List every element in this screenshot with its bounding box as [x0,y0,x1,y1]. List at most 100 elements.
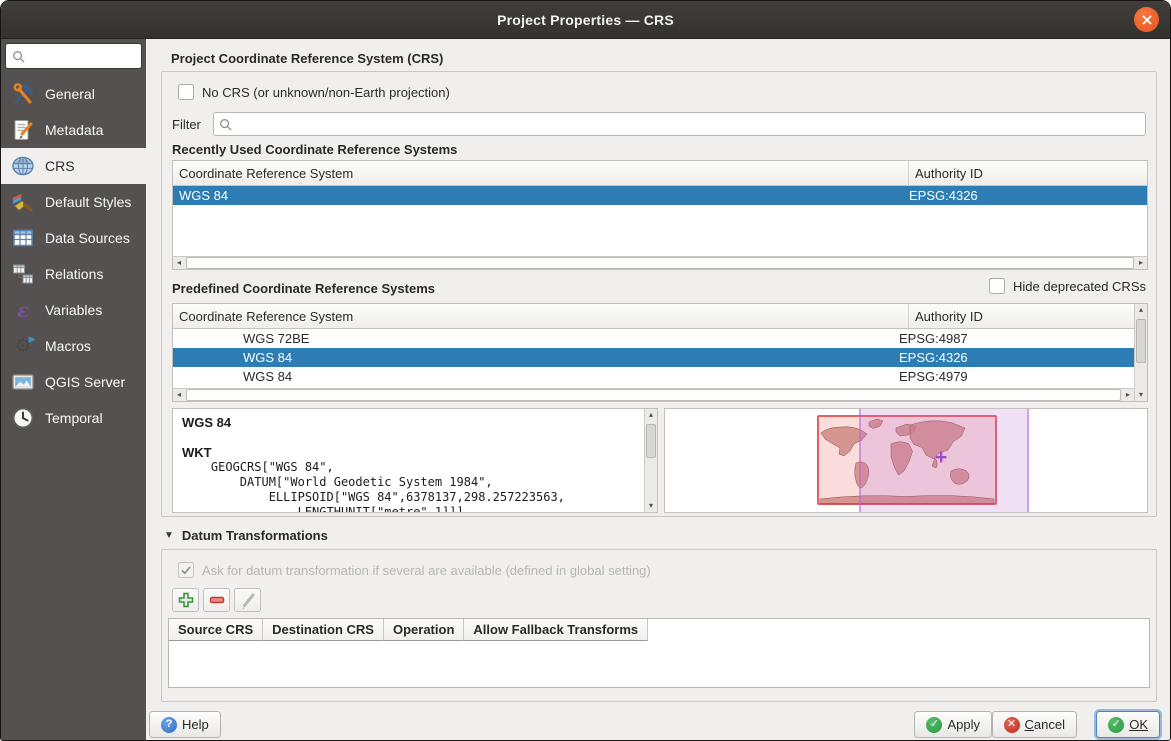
wkt-panel: WGS 84 WKT GEOGCRS["WGS 84", DATUM["Worl… [172,408,658,513]
sidebar-item-label: QGIS Server [45,374,125,390]
help-button[interactable]: ? Help [149,711,221,738]
sidebar-item-crs[interactable]: CRS [1,148,146,184]
sidebar-item-label: Temporal [45,410,103,426]
crs-extent-preview: + [664,408,1148,513]
hide-deprecated-checkbox[interactable] [989,278,1005,294]
sidebar-item-label: Relations [45,266,103,282]
scroll-up-icon[interactable]: ▴ [645,409,657,421]
search-icon [12,50,25,63]
filter-row: Filter [172,112,1146,136]
column-header-source-crs[interactable]: Source CRS [169,619,263,641]
no-crs-checkbox-row[interactable]: No CRS (or unknown/non-Earth projection) [178,84,450,100]
sidebar-nav: General Metadata [1,76,146,436]
x-icon: ✕ [1004,717,1020,733]
vertical-scrollbar[interactable]: ▴ ▾ [644,409,657,512]
project-properties-dialog: Project Properties — CRS [0,0,1171,741]
sidebar-item-label: General [45,86,95,102]
table-row[interactable]: WGS 84 EPSG:4979 [173,367,1147,386]
remove-transform-button[interactable] [203,588,230,612]
crs-page: Project Coordinate Reference System (CRS… [146,39,1170,741]
table-row[interactable]: WGS 72BE EPSG:4987 [173,329,1147,348]
sidebar-item-label: CRS [45,158,75,174]
scrollbar-thumb[interactable] [186,257,1134,269]
help-button-label: Help [182,717,209,732]
table-header: Source CRS Destination CRS Operation All… [169,619,1149,641]
sidebar-item-temporal[interactable]: Temporal [1,400,146,436]
cancel-button-label: Cancel [1025,717,1065,732]
collapse-triangle-icon[interactable]: ▼ [164,531,174,541]
edit-transform-button[interactable] [234,588,261,612]
column-header-authority[interactable]: Authority ID [909,166,1147,181]
sidebar-item-relations[interactable]: Relations [1,256,146,292]
sidebar-item-variables[interactable]: ε Variables [1,292,146,328]
add-transform-button[interactable] [172,588,199,612]
table-row[interactable]: WGS 84 EPSG:4326 [173,186,1147,205]
scroll-left-icon[interactable]: ◂ [173,257,185,269]
table-row[interactable]: WGS 84 EPSG:4326 [173,348,1147,367]
help-icon: ? [161,717,177,733]
scroll-left-icon[interactable]: ◂ [173,389,185,401]
column-header-crs[interactable]: Coordinate Reference System [173,161,909,185]
apply-button[interactable]: ✓ Apply [914,711,992,738]
datum-groupbox: Ask for datum transformation if several … [161,549,1157,702]
column-header-allow-fallback[interactable]: Allow Fallback Transforms [464,619,648,641]
ask-datum-checkbox [178,562,194,578]
no-crs-checkbox[interactable] [178,84,194,100]
titlebar[interactable]: Project Properties — CRS [1,1,1170,39]
recent-crs-title: Recently Used Coordinate Reference Syste… [172,142,457,157]
window-title: Project Properties — CRS [497,12,674,28]
scroll-down-icon[interactable]: ▾ [1135,389,1147,401]
scroll-down-icon[interactable]: ▾ [645,500,657,512]
check-icon: ✓ [1108,717,1124,733]
horizontal-scrollbar[interactable]: ◂ ▸ [173,256,1147,269]
sidebar-item-label: Metadata [45,122,103,138]
scrollbar-thumb[interactable] [646,424,656,458]
scroll-right-icon[interactable]: ▸ [1135,257,1147,269]
sidebar-search-input[interactable] [5,43,142,69]
search-icon [219,118,232,131]
wkt-line: DATUM["World Geodetic System 1984", [182,475,641,490]
horizontal-scrollbar[interactable]: ◂ ▸ [173,388,1134,401]
gear-play-icon: ⚙▶ [10,333,36,359]
sidebar-item-general[interactable]: General [1,76,146,112]
datum-transformations-header[interactable]: ▼ Datum Transformations [164,528,328,543]
filter-input[interactable] [213,112,1146,136]
datum-transforms-table: Source CRS Destination CRS Operation All… [168,618,1150,688]
hide-deprecated-checkbox-row[interactable]: Hide deprecated CRSs [989,278,1146,294]
column-header-crs[interactable]: Coordinate Reference System [173,304,909,328]
scrollbar-thumb[interactable] [186,389,1121,401]
filter-label: Filter [172,117,213,132]
column-header-authority[interactable]: Authority ID [909,309,1147,324]
sidebar-item-qgis-server[interactable]: QGIS Server [1,364,146,400]
scroll-right-icon[interactable]: ▸ [1122,389,1134,401]
datum-transformations-title: Datum Transformations [182,528,328,543]
cancel-button[interactable]: ✕ Cancel [992,711,1077,738]
tools-icon [10,81,36,107]
sidebar-item-default-styles[interactable]: Default Styles [1,184,146,220]
recent-crs-table: Coordinate Reference System Authority ID… [172,160,1148,270]
table-header[interactable]: Coordinate Reference System Authority ID [173,161,1147,186]
document-pencil-icon [10,117,36,143]
checkmark-icon [180,564,192,576]
ok-button[interactable]: ✓ OK [1096,711,1160,738]
wkt-line: LENGTHUNIT["metre",1]]] [182,505,641,513]
sidebar-item-macros[interactable]: ⚙▶ Macros [1,328,146,364]
scrollbar-thumb[interactable] [1136,319,1146,363]
globe-icon [10,153,36,179]
wkt-line: GEOGCRS["WGS 84", [182,460,641,475]
ok-button-label: OK [1129,717,1148,732]
scroll-up-icon[interactable]: ▴ [1135,304,1147,316]
column-header-operation[interactable]: Operation [384,619,464,641]
column-header-destination-crs[interactable]: Destination CRS [263,619,384,641]
sidebar: General Metadata [1,39,146,741]
sidebar-item-data-sources[interactable]: Data Sources [1,220,146,256]
table-icon [10,225,36,251]
header-filler [648,619,1149,641]
predefined-crs-table: Coordinate Reference System Authority ID… [172,303,1148,402]
sidebar-item-metadata[interactable]: Metadata [1,112,146,148]
vertical-scrollbar[interactable]: ▴ ▾ [1134,304,1147,401]
close-button[interactable] [1134,7,1159,32]
ask-datum-label: Ask for datum transformation if several … [202,563,651,578]
plus-icon [177,591,195,609]
table-header[interactable]: Coordinate Reference System Authority ID [173,304,1147,329]
